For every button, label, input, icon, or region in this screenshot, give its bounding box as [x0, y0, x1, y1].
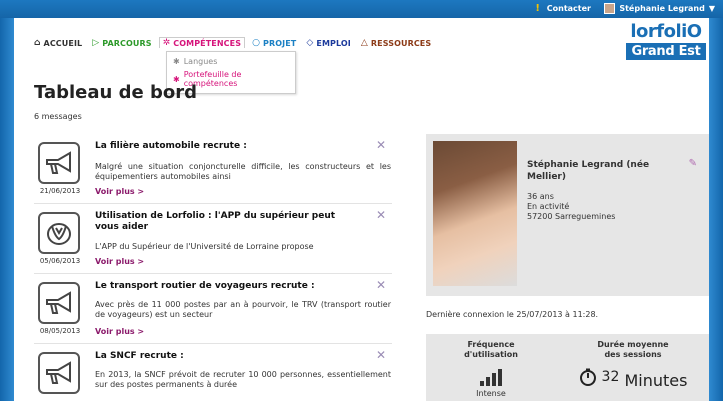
stat-title-line: d'utilisation [464, 350, 518, 359]
user-menu[interactable]: Stéphanie Legrand ▼ [604, 3, 715, 14]
read-more-link[interactable]: Voir plus > [95, 257, 144, 266]
profile-card: Stéphanie Legrand (née Mellier) ✎ 36 ans… [426, 134, 709, 296]
lorfolio-logo[interactable]: lorfoliO Grand Est [626, 23, 706, 63]
page-title: Tableau de bord [34, 82, 197, 103]
nav-label: PROJET [263, 38, 297, 48]
top-bar: ! Contacter Stéphanie Legrand ▼ [0, 0, 723, 18]
list-item: 05/06/2013 Utilisation de Lorfolio : l'A… [34, 204, 392, 274]
duration-value-group: 32 [579, 368, 620, 386]
close-icon[interactable]: ✕ [376, 208, 386, 222]
contact-label: Contacter [546, 4, 591, 13]
list-item: 21/06/2013 La filière automobile recrute… [34, 134, 392, 204]
message-excerpt: En 2013, la SNCF prévoit de recruter 10 … [95, 370, 391, 389]
nav-label: COMPÉTENCES [173, 38, 242, 48]
close-icon[interactable]: ✕ [376, 138, 386, 152]
read-more-link[interactable]: Voir plus > [95, 187, 144, 196]
frequency-stat: Fréquence d'utilisation Intense [426, 340, 556, 398]
stat-title-line: Durée moyenne [597, 340, 669, 349]
megaphone-icon [38, 352, 80, 394]
circle-icon: ○ [252, 38, 261, 48]
chevron-down-icon: ▼ [708, 4, 715, 13]
nav-item-projet[interactable]: ○ PROJET [252, 38, 296, 48]
logo-line-1: lorfoliO [630, 21, 702, 42]
profile-name: Stéphanie Legrand (née Mellier) [527, 160, 650, 182]
stat-title: Fréquence d'utilisation [426, 340, 556, 360]
list-item: La SNCF recrute : En 2013, la SNCF prévo… [34, 344, 392, 401]
list-item: 08/05/2013 Le transport routier de voyag… [34, 274, 392, 344]
nav-label: ACCUEIL [43, 38, 83, 48]
usage-stats: Fréquence d'utilisation Intense Durée mo… [426, 334, 709, 401]
message-date: 08/05/2013 [39, 327, 81, 335]
signal-bars-icon [476, 368, 506, 386]
submenu-label: Langues [183, 57, 218, 66]
user-name: Stéphanie Legrand [619, 4, 705, 13]
triangle-icon: △ [360, 38, 368, 48]
nav-item-accueil[interactable]: ⌂ ACCUEIL [34, 38, 82, 48]
profile-location: 57200 Sarreguemines [527, 212, 616, 221]
last-connection: Dernière connexion le 25/07/2013 à 11:28… [426, 310, 599, 319]
logo-line-2: Grand Est [626, 43, 706, 60]
duration-value: 32 [601, 369, 620, 385]
tag-icon: ▷ [92, 38, 100, 48]
main-panel: ⌂ ACCUEIL ▷ PARCOURS ✲ COMPÉTENCES ○ PRO… [14, 18, 709, 401]
stopwatch-icon [579, 368, 596, 386]
message-title[interactable]: Utilisation de Lorfolio : l'APP du supér… [95, 211, 355, 233]
contact-link[interactable]: ! Contacter [535, 3, 591, 14]
message-title[interactable]: Le transport routier de voyageurs recrut… [95, 281, 355, 292]
message-date: 05/06/2013 [39, 257, 81, 265]
message-title[interactable]: La SNCF recrute : [95, 351, 355, 362]
message-excerpt: Avec près de 11 000 postes par an à pour… [95, 300, 391, 319]
nav-item-emploi[interactable]: ◇ EMPLOI [306, 38, 351, 48]
nav-item-parcours[interactable]: ▷ PARCOURS [92, 38, 151, 48]
profile-photo [433, 141, 517, 286]
stat-title-line: Fréquence [467, 340, 515, 349]
megaphone-icon [38, 142, 80, 184]
home-icon: ⌂ [34, 38, 41, 48]
stat-title: Durée moyenne des sessions [568, 340, 698, 360]
nav-item-ressources[interactable]: △ RESSOURCES [361, 38, 431, 48]
message-count: 6 messages [34, 112, 82, 121]
left-background [0, 18, 14, 401]
message-list: 21/06/2013 La filière automobile recrute… [34, 134, 392, 401]
pencil-icon[interactable]: ✎ [689, 158, 697, 169]
read-more-link[interactable]: Voir plus > [95, 327, 144, 336]
message-excerpt: L'APP du Supérieur de l'Université de Lo… [95, 242, 314, 251]
diamond-icon: ◇ [306, 38, 314, 48]
message-date: 21/06/2013 [39, 187, 81, 195]
nav-item-competences[interactable]: ✲ COMPÉTENCES [158, 37, 246, 48]
duration-stat: Durée moyenne des sessions 32 Minutes [568, 340, 698, 390]
nav-label: RESSOURCES [370, 38, 432, 48]
alert-icon: ! [535, 3, 540, 14]
frequency-label: Intense [476, 389, 506, 398]
profile-status: En activité [527, 202, 570, 211]
right-background [709, 18, 723, 401]
profile-age: 36 ans [527, 192, 554, 201]
gear-icon: ✲ [162, 38, 171, 48]
user-avatar [604, 3, 616, 14]
submenu-label: Portefeuille de compétences [183, 70, 242, 88]
message-excerpt: Malgré une situation conjoncturelle diff… [95, 162, 391, 181]
asterisk-icon: ✱ [173, 57, 180, 66]
handshake-icon [38, 212, 80, 254]
nav-label: PARCOURS [102, 38, 152, 48]
profile-info: 36 ans En activité 57200 Sarreguemines [527, 192, 615, 222]
message-title[interactable]: La filière automobile recrute : [95, 141, 355, 152]
nav-label: EMPLOI [316, 38, 351, 48]
stat-title-line: des sessions [604, 350, 662, 359]
duration-unit: Minutes [624, 371, 688, 390]
megaphone-icon [38, 282, 80, 324]
submenu-item-langues[interactable]: ✱ Langues [167, 55, 295, 68]
close-icon[interactable]: ✕ [376, 348, 386, 362]
close-icon[interactable]: ✕ [376, 278, 386, 292]
main-nav: ⌂ ACCUEIL ▷ PARCOURS ✲ COMPÉTENCES ○ PRO… [34, 37, 431, 48]
